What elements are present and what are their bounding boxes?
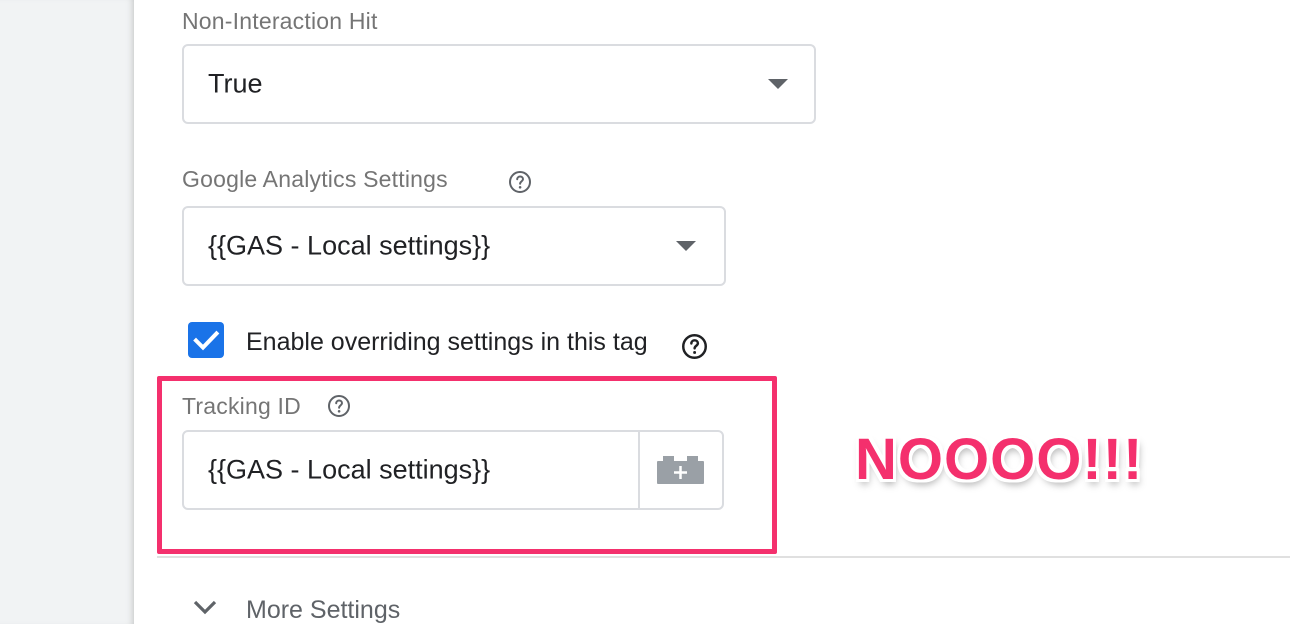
tracking-id-value: {{GAS - Local settings}}: [208, 454, 491, 485]
ga-settings-value: {{GAS - Local settings}}: [208, 230, 491, 261]
caret-down-icon: [768, 79, 788, 89]
override-settings-label: Enable overriding settings in this tag: [246, 328, 648, 356]
help-circle-icon[interactable]: [508, 170, 532, 194]
non-interaction-hit-select[interactable]: True: [182, 44, 816, 124]
non-interaction-hit-label: Non-Interaction Hit: [182, 8, 378, 34]
help-circle-icon[interactable]: [327, 394, 351, 418]
more-settings-label: More Settings: [246, 596, 401, 624]
override-settings-checkbox[interactable]: [188, 322, 224, 358]
ga-settings-select[interactable]: {{GAS - Local settings}}: [182, 206, 726, 286]
variable-picker-button[interactable]: [638, 432, 722, 508]
chevron-down-icon: [193, 600, 217, 615]
help-circle-icon[interactable]: [681, 333, 708, 360]
ga-settings-label: Google Analytics Settings: [182, 166, 448, 192]
section-divider: [157, 556, 1290, 558]
check-icon: [193, 330, 220, 351]
tracking-id-label: Tracking ID: [182, 393, 301, 419]
annotation-text: NOOOO!!!: [855, 427, 1144, 492]
tracking-id-input[interactable]: {{GAS - Local settings}}: [182, 430, 724, 510]
left-panel: [0, 0, 134, 624]
caret-down-icon: [676, 241, 696, 251]
non-interaction-hit-value: True: [208, 68, 263, 99]
add-variable-icon: [657, 456, 704, 484]
more-settings-toggle[interactable]: More Settings: [190, 592, 450, 632]
